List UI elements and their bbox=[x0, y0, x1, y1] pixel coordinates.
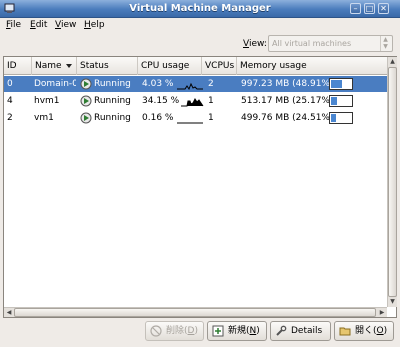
vm-vcpus: 2 bbox=[208, 79, 214, 89]
new-vm-button[interactable]: 新規(N) bbox=[207, 321, 267, 341]
menu-view[interactable]: View bbox=[55, 20, 76, 30]
vm-cpu: 4.03 % bbox=[142, 79, 174, 89]
close-icon[interactable]: ✕ bbox=[378, 3, 389, 14]
memory-bar bbox=[329, 112, 353, 124]
vm-list[interactable]: ID Name Status CPU usage VCPUs Memory us… bbox=[3, 56, 397, 318]
cpu-sparkline bbox=[177, 82, 203, 90]
title-bar: Virtual Machine Manager – □ ✕ bbox=[0, 0, 400, 18]
vm-name: Domain-0 bbox=[34, 79, 76, 89]
scroll-down-icon[interactable]: ▼ bbox=[388, 297, 397, 307]
vm-status: Running bbox=[94, 96, 131, 106]
vm-memory: 997.23 MB (48.91%) bbox=[241, 79, 334, 89]
spin-arrows-icon: ▲ ▼ bbox=[380, 36, 390, 51]
view-filter-label: View: bbox=[243, 39, 267, 49]
vm-row-domain-0[interactable]: 0 Domain-0 Running 4.03 % 2 997.23 MB (4… bbox=[4, 76, 387, 92]
scroll-right-icon[interactable]: ▶ bbox=[377, 308, 387, 317]
column-header-memory[interactable]: Memory usage bbox=[237, 57, 387, 75]
vm-memory: 499.76 MB (24.51%) bbox=[241, 113, 334, 123]
horizontal-scrollbar[interactable]: ◀ ▶ bbox=[4, 307, 387, 317]
vm-row-vm1[interactable]: 2 vm1 Running 0.16 % 1 499.76 MB (24.51%… bbox=[4, 110, 387, 126]
vm-row-hvm1[interactable]: 4 hvm1 Running 34.15 % 1 513.17 MB (25.1… bbox=[4, 93, 387, 109]
column-header-status[interactable]: Status bbox=[77, 57, 138, 75]
vertical-scrollbar[interactable]: ▲ ▼ bbox=[387, 57, 397, 307]
column-header-id[interactable]: ID bbox=[4, 57, 32, 75]
vm-cpu: 34.15 % bbox=[142, 96, 180, 106]
memory-bar bbox=[329, 95, 353, 107]
running-status-icon bbox=[80, 78, 92, 90]
vertical-scroll-thumb[interactable] bbox=[388, 67, 397, 297]
vm-vcpus: 1 bbox=[208, 96, 214, 106]
vm-name: hvm1 bbox=[34, 96, 60, 106]
cpu-sparkline bbox=[181, 98, 204, 107]
sort-descending-icon bbox=[66, 64, 72, 68]
column-header-name[interactable]: Name bbox=[32, 57, 77, 75]
delete-icon bbox=[150, 325, 162, 337]
menu-edit[interactable]: Edit bbox=[30, 20, 47, 30]
wrench-icon bbox=[276, 325, 287, 336]
maximize-icon[interactable]: □ bbox=[364, 3, 375, 14]
scroll-up-icon[interactable]: ▲ bbox=[388, 57, 397, 67]
memory-bar-fill bbox=[331, 80, 342, 88]
window-title: Virtual Machine Manager bbox=[129, 3, 271, 14]
horizontal-scroll-thumb[interactable] bbox=[14, 308, 376, 317]
running-status-icon bbox=[80, 112, 92, 124]
vm-memory: 513.17 MB (25.17%) bbox=[241, 96, 334, 106]
vm-status: Running bbox=[94, 79, 131, 89]
folder-open-icon bbox=[339, 327, 351, 336]
vm-cpu: 0.16 % bbox=[142, 113, 174, 123]
open-button[interactable]: 開く(O) bbox=[334, 321, 394, 341]
menu-file[interactable]: File bbox=[6, 20, 21, 30]
memory-bar-fill bbox=[331, 114, 337, 122]
minimize-icon[interactable]: – bbox=[350, 3, 361, 14]
column-header-cpu[interactable]: CPU usage bbox=[138, 57, 202, 75]
scroll-left-icon[interactable]: ◀ bbox=[4, 308, 14, 317]
column-header-vcpus[interactable]: VCPUs bbox=[202, 57, 237, 75]
menu-bar: File Edit View Help bbox=[0, 18, 400, 34]
cpu-sparkline bbox=[177, 122, 203, 124]
delete-button[interactable]: 削除(D) bbox=[145, 321, 204, 341]
menu-help[interactable]: Help bbox=[84, 20, 105, 30]
vm-id: 2 bbox=[7, 113, 13, 123]
vm-vcpus: 1 bbox=[208, 113, 214, 123]
vm-list-header: ID Name Status CPU usage VCPUs Memory us… bbox=[4, 57, 387, 75]
view-filter-value: All virtual machines bbox=[272, 39, 352, 48]
memory-bar-fill bbox=[331, 97, 337, 105]
running-status-icon bbox=[80, 95, 92, 107]
new-vm-icon bbox=[212, 325, 224, 337]
memory-bar bbox=[329, 78, 353, 90]
vm-id: 0 bbox=[7, 79, 13, 89]
vm-name: vm1 bbox=[34, 113, 54, 123]
vm-status: Running bbox=[94, 113, 131, 123]
vm-id: 4 bbox=[7, 96, 13, 106]
details-button[interactable]: Details bbox=[270, 321, 331, 341]
view-filter-select[interactable]: All virtual machines ▲ ▼ bbox=[268, 35, 393, 52]
